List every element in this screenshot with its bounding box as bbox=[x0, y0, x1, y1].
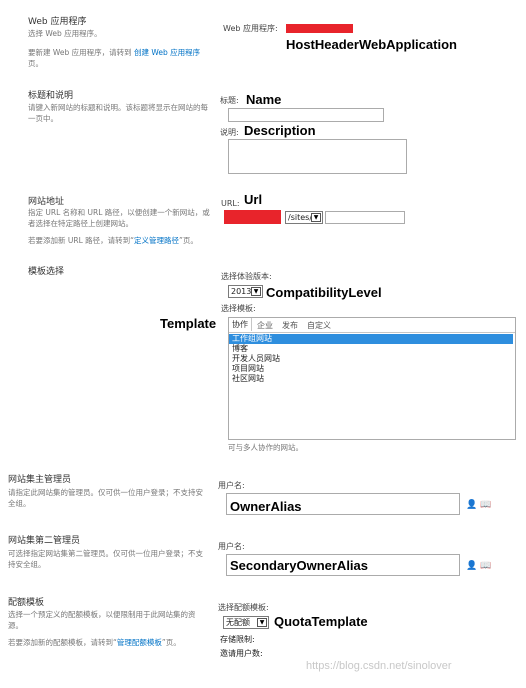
create-webapp-link[interactable]: 创建 Web 应用程序 bbox=[134, 48, 200, 57]
person-check-icon[interactable]: 👤 bbox=[466, 561, 477, 571]
person-check-icon[interactable]: 👤 bbox=[466, 500, 477, 510]
tab-collaboration[interactable]: 协作 bbox=[229, 318, 252, 331]
path-select[interactable]: /sites/ ▼ bbox=[285, 211, 323, 224]
annotation-quota: QuotaTemplate bbox=[274, 614, 368, 629]
quota-desc2: 若要添加新的配额模板，请转到“管理配额模板”页。 bbox=[8, 638, 181, 647]
quota-select-label: 选择配额模板: bbox=[218, 603, 269, 612]
url-host-redacted bbox=[224, 210, 281, 224]
annotation-url: Url bbox=[244, 192, 263, 207]
annotation-compatibility: CompatibilityLevel bbox=[266, 285, 382, 300]
description-textarea[interactable] bbox=[228, 139, 407, 174]
description-label: 说明: bbox=[220, 128, 239, 137]
quota-desc: 选择一个预定义的配额模板，以便限制用于此网站集的资源。 bbox=[8, 610, 196, 630]
primary-admin-desc: 请指定此网站集的管理员。仅可供一位用户登录；不支持安全组。 bbox=[8, 488, 203, 508]
section-title-webapp: Web 应用程序 bbox=[28, 17, 87, 27]
address-book-icon[interactable]: 📖 bbox=[480, 500, 491, 510]
section-title-address: 网站地址 bbox=[28, 197, 65, 207]
webapp-desc: 选择 Web 应用程序。 bbox=[28, 29, 102, 38]
version-select[interactable]: 2013 ▼ bbox=[228, 285, 263, 298]
webapp-desc2: 要新建 Web 应用程序，请转到 创建 Web 应用程序 页。 bbox=[28, 48, 201, 68]
version-label: 选择体验版本: bbox=[221, 272, 272, 281]
title-label: 标题: bbox=[220, 96, 239, 105]
webapp-value-redacted[interactable] bbox=[286, 24, 353, 33]
address-book-icon[interactable]: 📖 bbox=[480, 561, 491, 571]
annotation-hostheader: HostHeaderWebApplication bbox=[286, 37, 457, 52]
annotation-description: Description bbox=[244, 123, 316, 138]
template-item-project-site[interactable]: 项目网站 bbox=[229, 364, 513, 374]
chevron-down-icon: ▼ bbox=[251, 287, 261, 296]
managed-paths-link[interactable]: 定义管理路径 bbox=[134, 236, 179, 245]
annotation-template: Template bbox=[160, 316, 217, 331]
chevron-down-icon: ▼ bbox=[311, 213, 321, 222]
section-title-title-desc: 标题和说明 bbox=[28, 91, 74, 101]
storage-limit-label: 存储限制: bbox=[220, 635, 255, 644]
secondary-user-label: 用户名: bbox=[218, 542, 245, 551]
tab-publishing[interactable]: 发布 bbox=[282, 320, 298, 331]
annotation-name: Name bbox=[246, 92, 282, 107]
template-tabs: 协作 企业 发布 自定义 bbox=[229, 318, 515, 333]
annotation-secondary-owner: SecondaryOwnerAlias bbox=[230, 558, 368, 573]
chevron-down-icon: ▼ bbox=[257, 618, 267, 627]
primary-user-label: 用户名: bbox=[218, 481, 245, 490]
annotation-owner: OwnerAlias bbox=[230, 499, 302, 514]
section-title-template: 模板选择 bbox=[28, 267, 65, 277]
template-item-blog[interactable]: 博客 bbox=[229, 344, 513, 354]
tab-enterprise[interactable]: 企业 bbox=[257, 320, 273, 331]
section-title-secondary-admin: 网站集第二管理员 bbox=[8, 536, 81, 546]
secondary-admin-desc: 可选择指定网站集第二管理员。仅可供一位用户登录；不支持安全组。 bbox=[8, 549, 203, 569]
quota-select[interactable]: 无配额 ▼ bbox=[223, 616, 269, 629]
address-desc2: 若要添加新 URL 路径，请转到“定义管理路径”页。 bbox=[28, 236, 198, 245]
template-label: 选择模板: bbox=[221, 304, 256, 313]
title-input[interactable] bbox=[228, 108, 384, 122]
title-desc-desc: 请键入新网站的标题和说明。该标题将显示在网站的每一页中。 bbox=[28, 103, 208, 123]
address-desc: 指定 URL 名称和 URL 路径，以便创建一个新网站，或者选择在特定路径上创建… bbox=[28, 208, 210, 228]
template-note: 可与多人协作的网站。 bbox=[228, 443, 303, 452]
template-list: 工作组网站 博客 开发人员网站 项目网站 社区网站 bbox=[229, 334, 513, 434]
template-picker: 协作 企业 发布 自定义 工作组网站 博客 开发人员网站 项目网站 社区网站 bbox=[228, 317, 516, 440]
template-item-team-site[interactable]: 工作组网站 bbox=[229, 334, 513, 344]
section-title-primary-admin: 网站集主管理员 bbox=[8, 475, 72, 485]
section-title-quota: 配额模板 bbox=[8, 598, 45, 608]
invite-users-label: 邀请用户数: bbox=[220, 649, 263, 658]
tab-custom[interactable]: 自定义 bbox=[307, 320, 331, 331]
url-name-input[interactable] bbox=[325, 211, 405, 224]
webapp-field-label: Web 应用程序: bbox=[223, 24, 278, 33]
watermark: https://blog.csdn.net/sinolover bbox=[306, 660, 452, 672]
manage-quota-link[interactable]: 管理配额模板 bbox=[117, 638, 162, 647]
url-label: URL: bbox=[221, 199, 240, 208]
template-item-developer-site[interactable]: 开发人员网站 bbox=[229, 354, 513, 364]
template-item-community-site[interactable]: 社区网站 bbox=[229, 374, 513, 384]
